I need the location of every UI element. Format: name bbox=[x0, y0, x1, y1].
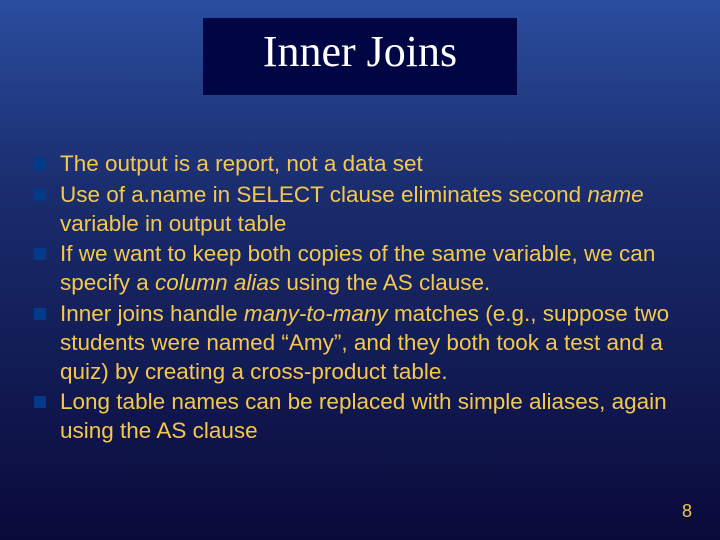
bullet-icon bbox=[34, 189, 46, 201]
list-item: Long table names can be replaced with si… bbox=[34, 388, 686, 446]
bullet-text: The output is a report, not a data set bbox=[60, 150, 423, 179]
bullet-text: Use of a.name in SELECT clause eliminate… bbox=[60, 181, 686, 239]
bullet-icon bbox=[34, 158, 46, 170]
bullet-list: The output is a report, not a data set U… bbox=[34, 150, 686, 448]
bullet-icon bbox=[34, 248, 46, 260]
list-item: Inner joins handle many-to-many matches … bbox=[34, 300, 686, 386]
slide-title: Inner Joins bbox=[263, 26, 457, 77]
list-item: If we want to keep both copies of the sa… bbox=[34, 240, 686, 298]
page-number: 8 bbox=[682, 501, 692, 522]
bullet-text: If we want to keep both copies of the sa… bbox=[60, 240, 686, 298]
list-item: The output is a report, not a data set bbox=[34, 150, 686, 179]
list-item: Use of a.name in SELECT clause eliminate… bbox=[34, 181, 686, 239]
bullet-icon bbox=[34, 308, 46, 320]
title-box: Inner Joins bbox=[203, 18, 517, 95]
bullet-icon bbox=[34, 396, 46, 408]
bullet-text: Long table names can be replaced with si… bbox=[60, 388, 686, 446]
bullet-text: Inner joins handle many-to-many matches … bbox=[60, 300, 686, 386]
title-area: Inner Joins bbox=[0, 0, 720, 95]
